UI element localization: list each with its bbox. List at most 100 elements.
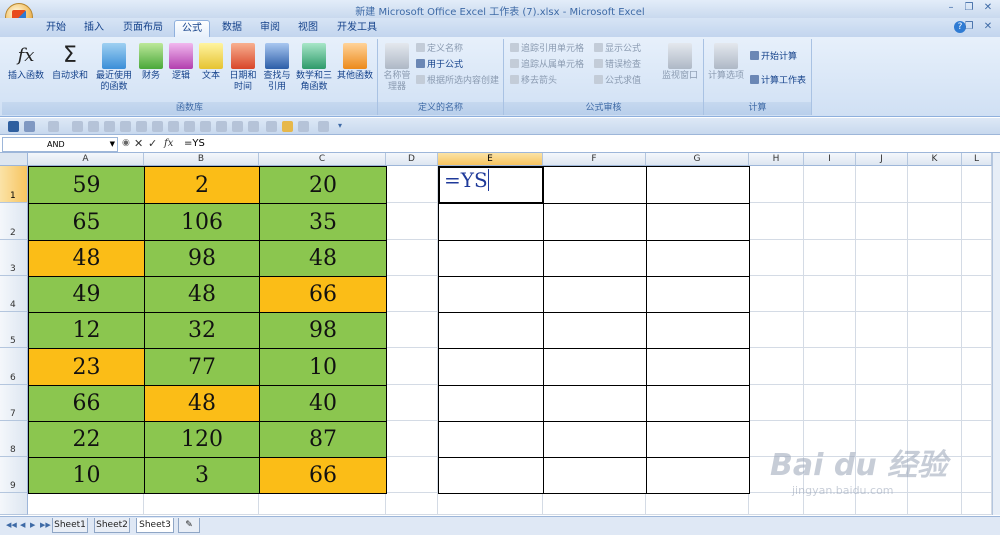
row-header-6[interactable]: 6 [0, 348, 28, 385]
bordered-cell-f1[interactable] [543, 166, 647, 204]
grid-cell[interactable] [908, 276, 962, 312]
grid-cell[interactable] [386, 276, 438, 312]
data-cell-b3[interactable]: 98 [144, 240, 260, 277]
macro-icon[interactable] [298, 121, 309, 132]
column-header-i[interactable]: I [804, 153, 856, 166]
grid-cell[interactable] [144, 493, 259, 515]
row-header-3[interactable]: 3 [0, 240, 28, 276]
border-icon[interactable] [266, 121, 277, 132]
bordered-cell-e4[interactable] [438, 276, 544, 313]
grid-cell[interactable] [908, 312, 962, 348]
bordered-cell-f3[interactable] [543, 240, 647, 277]
zoom-icon[interactable] [318, 121, 329, 132]
column-header-a[interactable]: A [28, 153, 144, 166]
data-cell-b1[interactable]: 2 [144, 166, 260, 204]
grid-cell[interactable] [804, 240, 856, 276]
grid-cell[interactable] [804, 348, 856, 385]
grid-cell[interactable] [962, 276, 992, 312]
grid-cell[interactable] [749, 276, 804, 312]
data-cell-a8[interactable]: 22 [28, 421, 145, 458]
tab-home[interactable]: 开始 [40, 20, 72, 37]
close-button[interactable]: ✕ [981, 2, 995, 14]
bordered-cell-g2[interactable] [646, 203, 750, 241]
bordered-cell-g5[interactable] [646, 312, 750, 349]
sort-icon[interactable] [184, 121, 195, 132]
grid-cell[interactable] [386, 421, 438, 457]
column-header-k[interactable]: K [908, 153, 962, 166]
row-header-8[interactable]: 8 [0, 421, 28, 457]
insert-row-icon[interactable] [232, 121, 243, 132]
save-icon[interactable] [8, 121, 19, 132]
grid-cell[interactable] [804, 385, 856, 421]
data-cell-b7[interactable]: 48 [144, 385, 260, 422]
grid-cell[interactable] [749, 385, 804, 421]
grid-cell[interactable] [804, 312, 856, 348]
error-checking-button[interactable]: 错误检查 [594, 59, 641, 72]
row-header-5[interactable]: 5 [0, 312, 28, 348]
grid-cell[interactable] [386, 312, 438, 348]
bordered-cell-e3[interactable] [438, 240, 544, 277]
grid-cell[interactable] [543, 493, 646, 515]
grid-cell[interactable] [908, 385, 962, 421]
grid-cell[interactable] [386, 240, 438, 276]
grid-cell[interactable] [438, 493, 543, 515]
column-header-j[interactable]: J [856, 153, 908, 166]
text-button[interactable]: 文本 [196, 41, 226, 99]
data-cell-a1[interactable]: 59 [28, 166, 145, 204]
bordered-cell-e2[interactable] [438, 203, 544, 241]
bordered-cell-e5[interactable] [438, 312, 544, 349]
trace-precedents-button[interactable]: 追踪引用单元格 [510, 43, 584, 56]
undo-icon[interactable] [24, 121, 35, 132]
data-cell-c9[interactable]: 66 [259, 457, 387, 494]
data-cell-c1[interactable]: 20 [259, 166, 387, 204]
data-cell-c3[interactable]: 48 [259, 240, 387, 277]
row-header-4[interactable]: 4 [0, 276, 28, 312]
lookup-reference-button[interactable]: 查找与引用 [260, 41, 294, 99]
chevron-down-icon[interactable]: ▼ [110, 138, 115, 151]
copy-icon[interactable] [136, 121, 147, 132]
data-cell-b5[interactable]: 32 [144, 312, 260, 349]
data-cell-b8[interactable]: 120 [144, 421, 260, 458]
next-sheet-icon[interactable]: ▶ [30, 521, 35, 529]
print-icon[interactable] [104, 121, 115, 132]
grid-cell[interactable] [386, 203, 438, 240]
vertical-scrollbar[interactable] [992, 153, 1000, 515]
grid-cell[interactable] [804, 276, 856, 312]
calculation-options-button[interactable]: 计算选项 [706, 41, 746, 99]
data-cell-a7[interactable]: 66 [28, 385, 145, 422]
row-header-10[interactable] [0, 493, 28, 515]
bordered-cell-e6[interactable] [438, 348, 544, 386]
data-cell-c7[interactable]: 40 [259, 385, 387, 422]
grid-cell[interactable] [962, 166, 992, 203]
data-cell-b2[interactable]: 106 [144, 203, 260, 241]
tab-page-layout[interactable]: 页面布局 [118, 20, 168, 37]
ribbon-restore-button[interactable]: ❐ [962, 21, 976, 33]
column-header-d[interactable]: D [386, 153, 438, 166]
bordered-cell-g8[interactable] [646, 421, 750, 458]
data-cell-c2[interactable]: 35 [259, 203, 387, 241]
insert-function-button[interactable]: fx 插入函数 [6, 41, 46, 99]
restore-button[interactable]: ❐ [962, 2, 976, 14]
bordered-cell-f5[interactable] [543, 312, 647, 349]
row-header-7[interactable]: 7 [0, 385, 28, 421]
data-cell-a3[interactable]: 48 [28, 240, 145, 277]
first-sheet-icon[interactable]: ◀◀ [6, 521, 17, 529]
redo-icon[interactable] [48, 121, 59, 132]
tab-review[interactable]: 审阅 [254, 20, 286, 37]
grid-cell[interactable] [804, 166, 856, 203]
format-painter-icon[interactable] [168, 121, 179, 132]
grid-cell[interactable] [856, 385, 908, 421]
data-cell-c6[interactable]: 10 [259, 348, 387, 386]
define-name-button[interactable]: 定义名称 [416, 43, 463, 56]
grid-cell[interactable] [386, 166, 438, 203]
grid-cell[interactable] [259, 493, 386, 515]
data-cell-c5[interactable]: 98 [259, 312, 387, 349]
grid-cell[interactable] [962, 240, 992, 276]
recent-functions-button[interactable]: 最近使用的函数 [92, 41, 136, 99]
bordered-cell-g6[interactable] [646, 348, 750, 386]
bordered-cell-g3[interactable] [646, 240, 750, 277]
column-header-b[interactable]: B [144, 153, 259, 166]
grid-cell[interactable] [856, 348, 908, 385]
camera-icon[interactable] [282, 121, 293, 132]
show-formulas-button[interactable]: 显示公式 [594, 43, 641, 56]
